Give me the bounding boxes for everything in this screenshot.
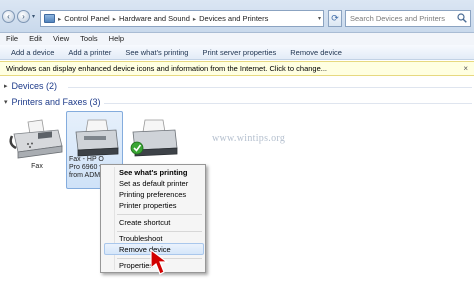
address-row: ‹ › ▾ ▸ Control Panel ▸ Hardware and Sou…: [0, 0, 474, 33]
breadcrumb-control-panel[interactable]: Control Panel: [64, 14, 109, 23]
menu-separator: [117, 214, 202, 215]
chevron-right-icon[interactable]: ▸: [58, 15, 61, 23]
menu-help[interactable]: Help: [109, 33, 124, 45]
recent-pages-dropdown[interactable]: ▾: [32, 13, 35, 20]
menu-tools[interactable]: Tools: [80, 33, 98, 45]
menu-item-printing-preferences[interactable]: Printing preferences: [119, 190, 186, 200]
add-printer-button[interactable]: Add a printer: [68, 45, 111, 59]
add-device-button[interactable]: Add a device: [11, 45, 54, 59]
info-bar-text: Windows can display enhanced device icon…: [6, 64, 328, 73]
group-printers-label: Printers and Faxes (3): [11, 97, 101, 107]
device-fax[interactable]: Fax: [7, 118, 67, 170]
chevron-down-icon[interactable]: ▾: [4, 98, 8, 106]
chevron-right-icon[interactable]: ▸: [4, 82, 8, 90]
red-arrow-icon: [150, 248, 169, 275]
chevron-right-icon[interactable]: ▸: [193, 15, 196, 23]
breadcrumb-hardware-and-sound[interactable]: Hardware and Sound: [119, 14, 190, 23]
group-divider: [104, 103, 472, 104]
menu-view[interactable]: View: [53, 33, 69, 45]
remove-device-button[interactable]: Remove device: [290, 45, 342, 59]
printer-icon: [130, 119, 178, 157]
search-icon: [457, 13, 467, 23]
control-panel-icon: [44, 14, 55, 23]
device-fax-label: Fax: [31, 163, 43, 170]
menu-edit[interactable]: Edit: [29, 33, 42, 45]
menu-bar: File Edit View Tools Help: [0, 33, 474, 45]
print-server-properties-button[interactable]: Print server properties: [202, 45, 276, 59]
fax-machine-icon: [9, 119, 63, 159]
back-button[interactable]: ‹: [2, 10, 15, 23]
group-devices[interactable]: ▸ Devices (2): [4, 81, 472, 91]
device-default-printer[interactable]: [124, 118, 182, 164]
see-whats-printing-button[interactable]: See what's printing: [125, 45, 188, 59]
printer-icon: [75, 119, 119, 157]
forward-button[interactable]: ›: [17, 10, 30, 23]
address-dropdown-icon[interactable]: ▾: [318, 15, 321, 22]
info-bar[interactable]: Windows can display enhanced device icon…: [0, 61, 474, 76]
default-check-icon: [130, 141, 144, 155]
menu-separator: [117, 231, 202, 232]
address-bar[interactable]: ▸ Control Panel ▸ Hardware and Sound ▸ D…: [40, 10, 324, 27]
watermark: www.wintips.org: [212, 133, 286, 144]
close-icon[interactable]: ×: [463, 62, 468, 75]
refresh-button[interactable]: ⟳: [328, 10, 342, 27]
search-input[interactable]: Search Devices and Printers: [345, 10, 471, 27]
menu-item-troubleshoot[interactable]: Troubleshoot: [119, 234, 163, 244]
group-divider: [68, 87, 472, 88]
menu-file[interactable]: File: [6, 33, 18, 45]
breadcrumb-devices-and-printers[interactable]: Devices and Printers: [199, 14, 268, 23]
group-devices-label: Devices (2): [11, 81, 58, 91]
search-placeholder: Search Devices and Printers: [350, 14, 446, 23]
command-bar: Add a device Add a printer See what's pr…: [0, 45, 474, 60]
menu-item-create-shortcut[interactable]: Create shortcut: [119, 218, 170, 228]
menu-item-see-whats-printing[interactable]: See what's printing: [119, 168, 187, 178]
label-line: Fax - HP O: [69, 156, 104, 163]
menu-item-printer-properties[interactable]: Printer properties: [119, 201, 177, 211]
menu-item-set-default[interactable]: Set as default printer: [119, 179, 188, 189]
group-printers[interactable]: ▾ Printers and Faxes (3): [4, 97, 472, 107]
chevron-right-icon[interactable]: ▸: [113, 15, 116, 23]
